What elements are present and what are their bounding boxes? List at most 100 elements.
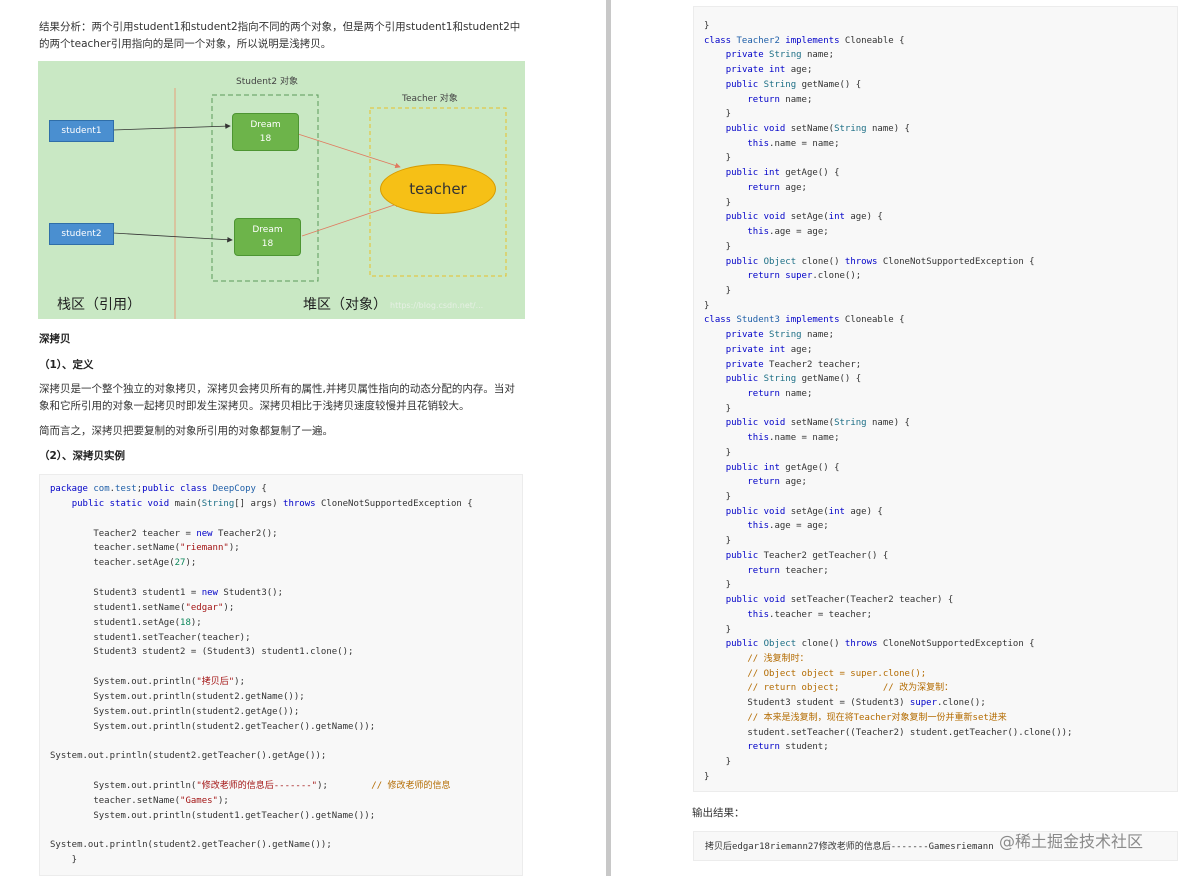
code-line: student.setTeacher((Teacher2) student.ge… (704, 726, 1072, 740)
code-token: super (909, 698, 937, 709)
code-line: student1.setTeacher(teacher); (50, 631, 250, 645)
code-token: name) { (872, 418, 910, 429)
code-token: getName() { (801, 374, 862, 385)
code-token: public (725, 374, 764, 385)
code-token: "edgar" (185, 602, 224, 613)
code-line: } (704, 490, 731, 504)
code-token: int (828, 212, 851, 223)
code-line: Teacher2 teacher = new Teacher2(); (50, 527, 277, 541)
code-token: return super (747, 271, 813, 282)
code-token: implements (785, 315, 845, 326)
code-token: package (50, 484, 94, 494)
code-token: teacher; (785, 565, 829, 576)
site-watermark: @稀土掘金技术社区 (999, 832, 1144, 851)
code-token: } (50, 855, 78, 866)
code-token: Object (763, 639, 802, 650)
code-token: student1.setName( (50, 602, 186, 613)
code-token: ); (223, 602, 235, 613)
code-token: } (704, 536, 732, 547)
code-token: String (769, 330, 807, 341)
definition-text: 深拷贝是一个整个独立的对象拷贝，深拷贝会拷贝所有的属性,并拷贝属性指向的动态分配… (39, 383, 515, 412)
code-line: System.out.println(student2.getTeacher()… (50, 720, 375, 734)
code-token: name; (785, 389, 813, 399)
code-token: public void (725, 506, 791, 517)
code-token: test (115, 484, 137, 494)
code-token: clone() (801, 639, 845, 650)
code-line: } (50, 853, 77, 867)
code-line: private int age; (704, 343, 813, 357)
code-token: String (201, 498, 235, 509)
code-token: throws (283, 498, 321, 509)
code-token: this (747, 521, 770, 532)
code-token: } (704, 580, 732, 591)
code-token: String (834, 124, 873, 135)
code-line: Student3 student = (Student3) super.clon… (704, 696, 985, 710)
code-line: return name; (704, 93, 812, 107)
code-token: } (704, 109, 732, 120)
code-token: // 浅复制时： (747, 653, 809, 664)
code-token: this (747, 227, 770, 238)
code-token: age) { (850, 212, 883, 223)
code-token: // return object; // 改为深复制： (747, 683, 954, 694)
code-line: this.name = name; (704, 137, 839, 151)
code-line: public Object clone() throws CloneNotSup… (704, 637, 1035, 651)
code-line: student1.setAge(18); (50, 616, 201, 630)
code-line: public Teacher2 getTeacher() { (704, 549, 889, 563)
code-token: this (747, 609, 770, 620)
right-page: } class Teacher2 implements Cloneable { p… (611, 0, 1184, 876)
code-line: } (704, 299, 709, 313)
heap-label: 堆区（对象） (303, 297, 387, 313)
code-token: return (747, 742, 786, 753)
code-line: this.teacher = teacher; (704, 608, 872, 622)
code-token: setName( (790, 124, 835, 135)
code-token: CloneNotSupportedException { (882, 639, 1035, 650)
teacher-object: teacher (380, 164, 496, 214)
code-token: DeepCopy (212, 484, 256, 494)
code-token: System.out.println(student2.getTeacher()… (50, 751, 327, 762)
code-line: } (704, 623, 731, 637)
code-line: } (704, 19, 709, 33)
dream1-teacher-arrow (297, 133, 401, 169)
dream-object-2-age: 18 (261, 239, 274, 249)
code-token: public int (725, 168, 786, 179)
code-token: private (725, 359, 770, 370)
code-line: } (704, 402, 731, 416)
code-token: new (196, 528, 218, 539)
code-token: "修改老师的信息后-------" (196, 781, 318, 791)
code-token: private int (725, 65, 791, 76)
code-token: String (769, 50, 807, 61)
code-token: Student3 student1 = (50, 587, 202, 598)
code-token: .clone(); (812, 271, 862, 282)
code-token: public static void (71, 498, 175, 509)
code-token: } (704, 447, 732, 458)
code-line: System.out.println(student2.getTeacher()… (50, 749, 326, 763)
code-token: public (725, 256, 764, 267)
code-token: student1.setAge( (50, 617, 181, 628)
code-token: student1.setTeacher(teacher); (50, 632, 251, 643)
code-token: name; (806, 330, 835, 341)
code-line: System.out.println(student2.getTeacher()… (50, 838, 332, 852)
code-line: Student3 student1 = new Student3(); (50, 586, 283, 600)
code-line: // Object object = super.clone(); (704, 667, 926, 681)
code-token: 18 (180, 617, 191, 628)
code-token: getName() { (801, 79, 862, 90)
code-token: String (834, 418, 873, 429)
code-token: } (704, 21, 710, 31)
code-token: // 修改老师的信息 (371, 781, 451, 791)
code-token: .age = age; (769, 227, 829, 238)
code-token: name) { (872, 124, 910, 135)
code-line: private String name; (704, 328, 834, 342)
student2-ref: student2 (49, 223, 114, 245)
code-token: "拷贝后" (196, 677, 235, 688)
